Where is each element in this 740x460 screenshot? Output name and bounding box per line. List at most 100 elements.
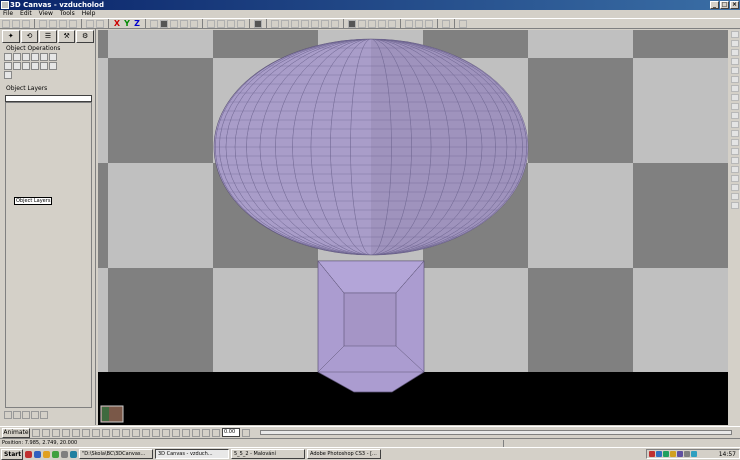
layers-list[interactable] (5, 102, 92, 408)
quick-launch-icon[interactable] (61, 450, 68, 458)
prev-frame-icon[interactable] (142, 428, 150, 437)
layout-icon[interactable] (442, 19, 450, 28)
rotate-icon[interactable] (291, 19, 299, 28)
checker-icon[interactable] (348, 19, 356, 28)
maximize-button[interactable]: □ (720, 1, 729, 9)
time-input[interactable]: 0.00 (222, 428, 240, 437)
zoom-extents-icon[interactable] (731, 76, 739, 83)
operation-button[interactable] (13, 62, 21, 70)
animate-button[interactable]: Animate (2, 427, 30, 438)
tray-icon[interactable] (656, 451, 662, 457)
landscape-icon[interactable] (405, 19, 413, 28)
pan-icon[interactable] (731, 58, 739, 65)
open-file-icon[interactable] (12, 19, 20, 28)
move-icon[interactable] (281, 19, 289, 28)
select-icon[interactable] (150, 19, 158, 28)
select-vertex-icon[interactable] (170, 19, 178, 28)
scene-canvas[interactable] (98, 30, 728, 425)
keyframe-icon[interactable] (52, 428, 60, 437)
options-icon[interactable] (731, 202, 739, 209)
quick-launch-icon[interactable] (34, 450, 41, 458)
new-file-icon[interactable] (2, 19, 10, 28)
operation-button[interactable] (13, 53, 21, 61)
tray-icon[interactable] (663, 451, 669, 457)
material-icon[interactable] (378, 19, 386, 28)
add-layer-button[interactable] (4, 411, 12, 419)
normals-icon[interactable] (731, 184, 739, 191)
operation-button[interactable] (4, 71, 12, 79)
timeline-slider[interactable] (260, 430, 732, 435)
record-icon[interactable] (182, 428, 190, 437)
rewind-icon[interactable] (92, 428, 100, 437)
taskbar-item[interactable]: Adobe Photoshop CS3 - [... (307, 449, 381, 459)
quick-launch-icon[interactable] (52, 450, 59, 458)
taskbar-item[interactable]: "D:\Skola\BC\3DCanvas... (79, 449, 153, 459)
remove-layer-button[interactable] (13, 411, 21, 419)
cut-icon[interactable] (39, 19, 47, 28)
face-icon[interactable] (731, 175, 739, 182)
menu-view[interactable]: View (39, 10, 53, 18)
window-icon[interactable] (425, 19, 433, 28)
tab-objects[interactable]: ✦ (2, 30, 20, 43)
save-file-icon[interactable] (22, 19, 30, 28)
select-face-icon[interactable] (180, 19, 188, 28)
paint-icon[interactable] (311, 19, 319, 28)
prev-key-icon[interactable] (72, 428, 80, 437)
speed-icon[interactable] (212, 428, 220, 437)
tray-icon[interactable] (677, 451, 683, 457)
quick-launch-icon[interactable] (25, 450, 32, 458)
tray-icon[interactable] (670, 451, 676, 457)
keyframe-add-icon[interactable] (32, 428, 40, 437)
pointer-icon[interactable] (731, 31, 739, 38)
operation-button[interactable] (31, 62, 39, 70)
layer-name-field[interactable] (5, 95, 92, 102)
view-side-icon[interactable] (217, 19, 225, 28)
first-frame-icon[interactable] (62, 428, 70, 437)
redo-icon[interactable] (96, 19, 104, 28)
render-icon[interactable] (254, 19, 262, 28)
tray-icon[interactable] (691, 451, 697, 457)
close-button[interactable]: × (730, 1, 739, 9)
select-all-icon[interactable] (160, 19, 168, 28)
3d-viewport[interactable] (98, 30, 728, 425)
camera-icon[interactable] (358, 19, 366, 28)
start-button[interactable]: Start (1, 448, 23, 460)
operation-button[interactable] (40, 53, 48, 61)
operation-button[interactable] (49, 53, 57, 61)
operation-button[interactable] (22, 62, 30, 70)
gondola-object[interactable] (317, 260, 425, 393)
brush-icon[interactable] (731, 94, 739, 101)
magnet-icon[interactable] (321, 19, 329, 28)
select-object-icon[interactable] (190, 19, 198, 28)
play-icon[interactable] (102, 428, 110, 437)
operation-button[interactable] (22, 53, 30, 61)
mesh-icon[interactable] (731, 112, 739, 119)
grid-dropdown-icon[interactable] (271, 19, 279, 28)
y-axis-icon[interactable]: Y (123, 19, 131, 28)
undo-icon[interactable] (86, 19, 94, 28)
z-axis-icon[interactable]: Z (133, 19, 141, 28)
step-icon[interactable] (172, 428, 180, 437)
play-reverse-icon[interactable] (162, 428, 170, 437)
view-top-icon[interactable] (227, 19, 235, 28)
menu-file[interactable]: File (3, 10, 13, 18)
time-spinner[interactable] (242, 428, 250, 437)
loop-icon[interactable] (132, 428, 140, 437)
layer-options-button[interactable] (40, 411, 48, 419)
operation-button[interactable] (49, 62, 57, 70)
view-front-icon[interactable] (207, 19, 215, 28)
zoom-icon[interactable] (731, 67, 739, 74)
taskbar-item-active[interactable]: 3D Canvas - vzduch... (155, 449, 229, 459)
layer-icon[interactable] (731, 103, 739, 110)
taskbar-item[interactable]: 5_5_2 - Malování (231, 449, 305, 459)
tab-animation[interactable]: ⟲ (20, 30, 39, 43)
title-bar[interactable]: 3D Canvas - vzducholod _ □ × (0, 0, 740, 10)
next-key-icon[interactable] (112, 428, 120, 437)
menu-edit[interactable]: Edit (20, 10, 32, 18)
stop-icon[interactable] (82, 428, 90, 437)
wireframe-icon[interactable] (731, 121, 739, 128)
quick-launch-icon[interactable] (43, 450, 50, 458)
end-icon[interactable] (192, 428, 200, 437)
rotate-view-icon[interactable] (731, 49, 739, 56)
x-axis-icon[interactable]: X (113, 19, 121, 28)
